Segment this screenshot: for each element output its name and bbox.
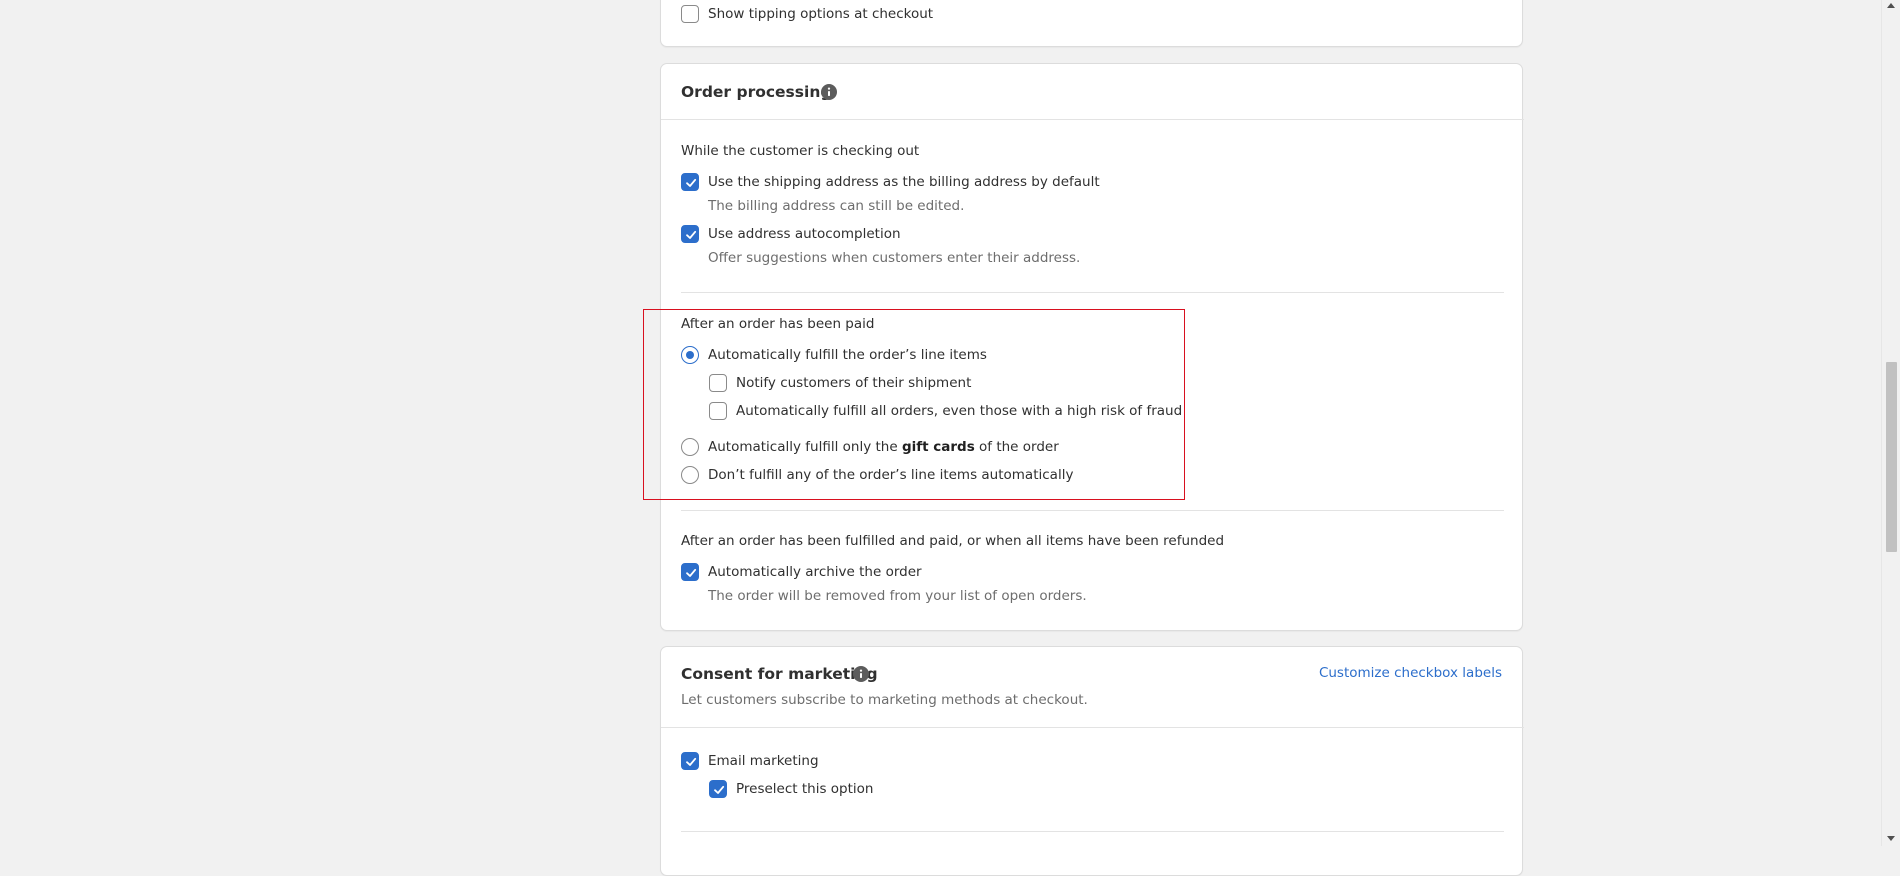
- auto-archive-label: Automatically archive the order: [708, 564, 922, 580]
- shipping-as-billing-help: The billing address can still be edited.: [708, 198, 965, 214]
- consent-title: Consent for marketing: [681, 665, 878, 683]
- fulfill-high-risk-label: Automatically fulfill all orders, even t…: [736, 403, 1183, 419]
- email-marketing-label: Email marketing: [708, 753, 819, 769]
- fulfill-high-risk-checkbox[interactable]: [709, 402, 727, 420]
- shipping-as-billing-checkbox[interactable]: [681, 173, 699, 191]
- archive-section-heading: After an order has been fulfilled and pa…: [681, 533, 1225, 549]
- page-scrollbar[interactable]: [1881, 0, 1900, 846]
- notify-customers-checkbox[interactable]: [709, 374, 727, 392]
- gift-cards-label: Automatically fulfill only the gift card…: [708, 438, 1059, 456]
- address-autocompletion-checkbox[interactable]: [681, 225, 699, 243]
- address-autocompletion-help: Offer suggestions when customers enter t…: [708, 250, 1081, 266]
- info-icon[interactable]: [821, 84, 837, 100]
- consent-subtitle: Let customers subscribe to marketing met…: [681, 692, 1088, 708]
- address-autocompletion-label: Use address autocompletion: [708, 226, 901, 242]
- show-tipping-label: Show tipping options at checkout: [708, 6, 934, 22]
- show-tipping-checkbox[interactable]: [681, 5, 699, 23]
- preselect-option-label: Preselect this option: [736, 781, 874, 797]
- auto-fulfill-label: Automatically fulfill the order’s line i…: [708, 347, 987, 363]
- scrollbar-thumb[interactable]: [1886, 362, 1897, 552]
- customize-checkbox-labels-link[interactable]: Customize checkbox labels: [1319, 664, 1502, 682]
- scroll-up-arrow-icon[interactable]: [1887, 3, 1895, 8]
- notify-customers-label: Notify customers of their shipment: [736, 375, 972, 391]
- gift-cards-label-bold: gift cards: [901, 439, 975, 455]
- tipping-card: Show tipping options at checkout: [660, 0, 1523, 47]
- section-divider: [681, 292, 1504, 293]
- gift-cards-label-prefix: Automatically fulfill only the: [708, 439, 902, 455]
- paid-section-heading: After an order has been paid: [681, 316, 875, 332]
- gift-cards-radio[interactable]: [681, 438, 699, 456]
- preselect-option-checkbox[interactable]: [709, 780, 727, 798]
- order-processing-card: Order processing While the customer is c…: [660, 63, 1524, 631]
- auto-archive-help: The order will be removed from your list…: [708, 588, 1087, 604]
- info-icon[interactable]: [853, 666, 869, 682]
- gift-cards-label-suffix: of the order: [974, 439, 1059, 455]
- checkout-section-heading: While the customer is checking out: [681, 143, 920, 159]
- section-divider: [681, 510, 1504, 511]
- shipping-as-billing-label: Use the shipping address as the billing …: [708, 174, 1100, 190]
- no-auto-fulfill-label: Don’t fulfill any of the order’s line it…: [708, 467, 1074, 483]
- scroll-down-arrow-icon[interactable]: [1887, 836, 1895, 841]
- no-auto-fulfill-radio[interactable]: [681, 466, 699, 484]
- email-marketing-checkbox[interactable]: [681, 752, 699, 770]
- header-divider: [661, 119, 1524, 120]
- section-divider: [681, 831, 1504, 832]
- header-divider: [661, 727, 1524, 728]
- order-processing-title: Order processing: [681, 83, 832, 101]
- auto-fulfill-radio[interactable]: [681, 346, 699, 364]
- consent-marketing-card: Consent for marketing Customize checkbox…: [660, 646, 1524, 876]
- auto-archive-checkbox[interactable]: [681, 563, 699, 581]
